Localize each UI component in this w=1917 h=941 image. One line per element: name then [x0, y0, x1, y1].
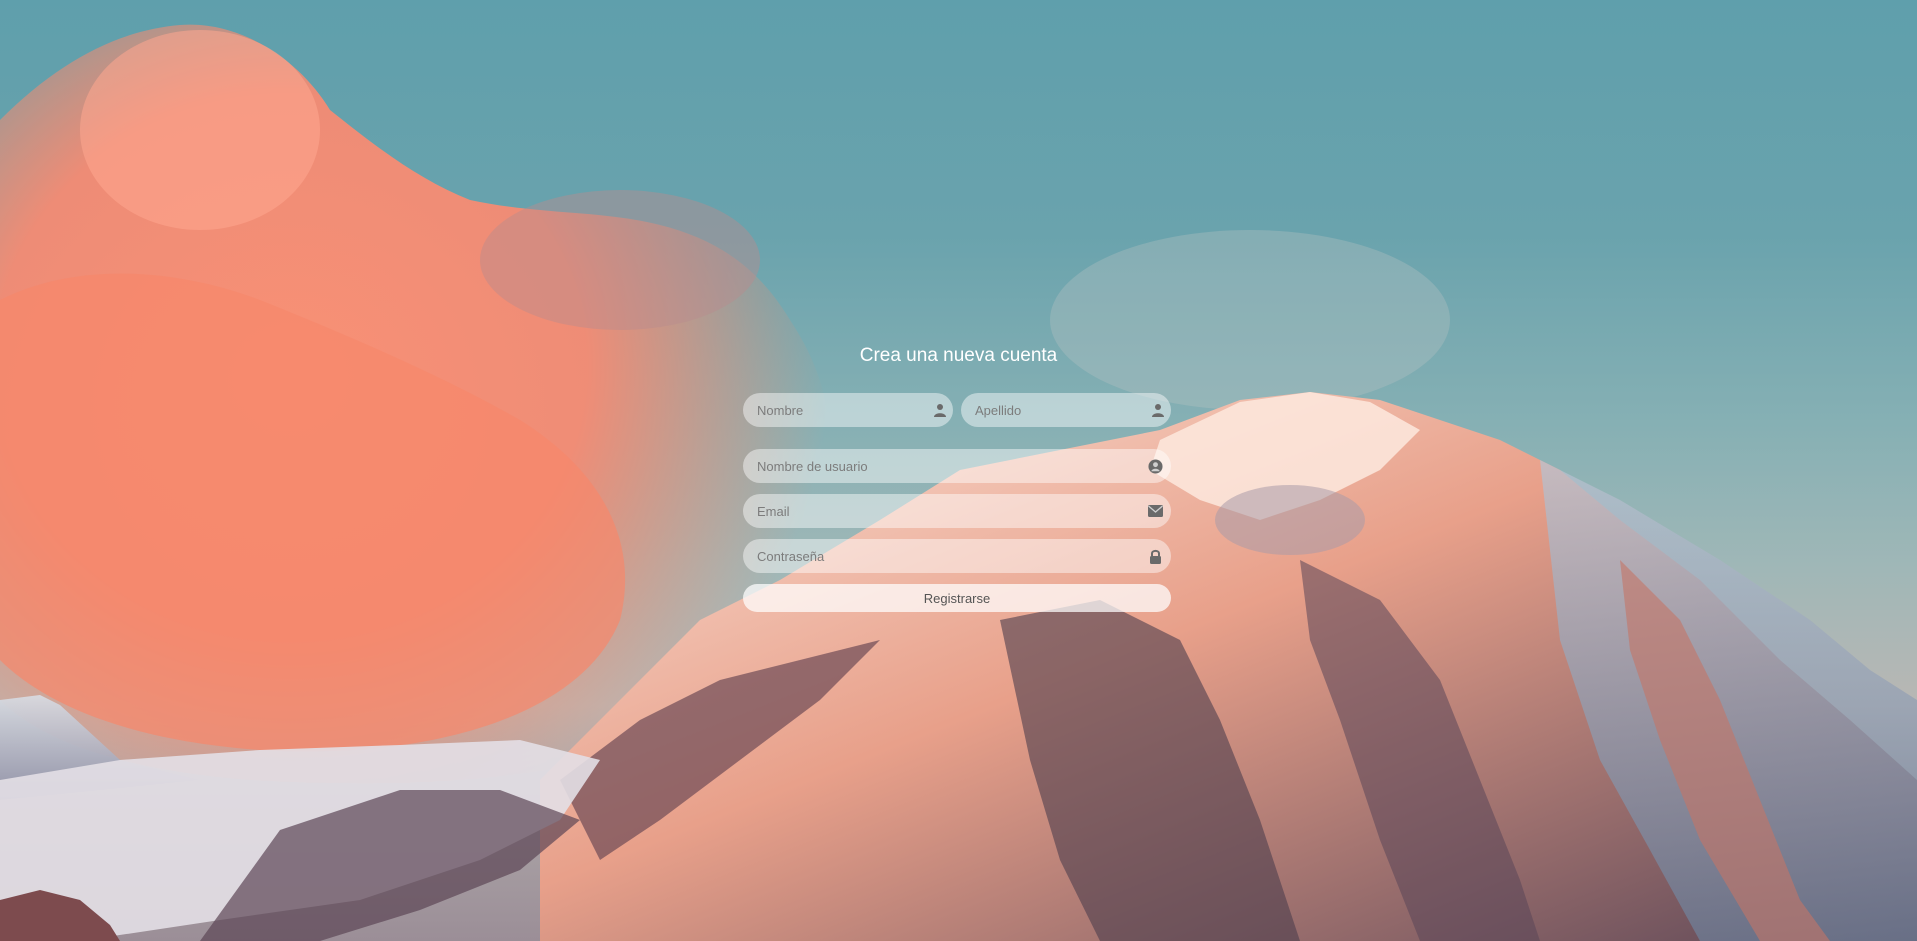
user-icon [933, 402, 947, 418]
first-name-field[interactable] [743, 393, 953, 427]
last-name-field[interactable] [961, 393, 1171, 427]
signup-page: Crea una nueva cuenta Nombre Apellido No… [0, 0, 1917, 941]
user-circle-icon [1147, 458, 1163, 474]
lock-icon [1147, 548, 1163, 564]
page-title: Crea una nueva cuenta [859, 345, 1058, 366]
username-field[interactable] [743, 449, 1171, 483]
envelope-icon [1147, 503, 1163, 519]
user-icon [1151, 402, 1165, 418]
email-input[interactable] [757, 494, 1147, 528]
password-field[interactable] [743, 539, 1171, 573]
register-button[interactable]: Registrarse [743, 584, 1171, 612]
username-input[interactable] [757, 449, 1147, 483]
last-name-input[interactable] [975, 393, 1151, 427]
first-name-input[interactable] [757, 393, 933, 427]
password-input[interactable] [757, 539, 1147, 573]
email-field[interactable] [743, 494, 1171, 528]
